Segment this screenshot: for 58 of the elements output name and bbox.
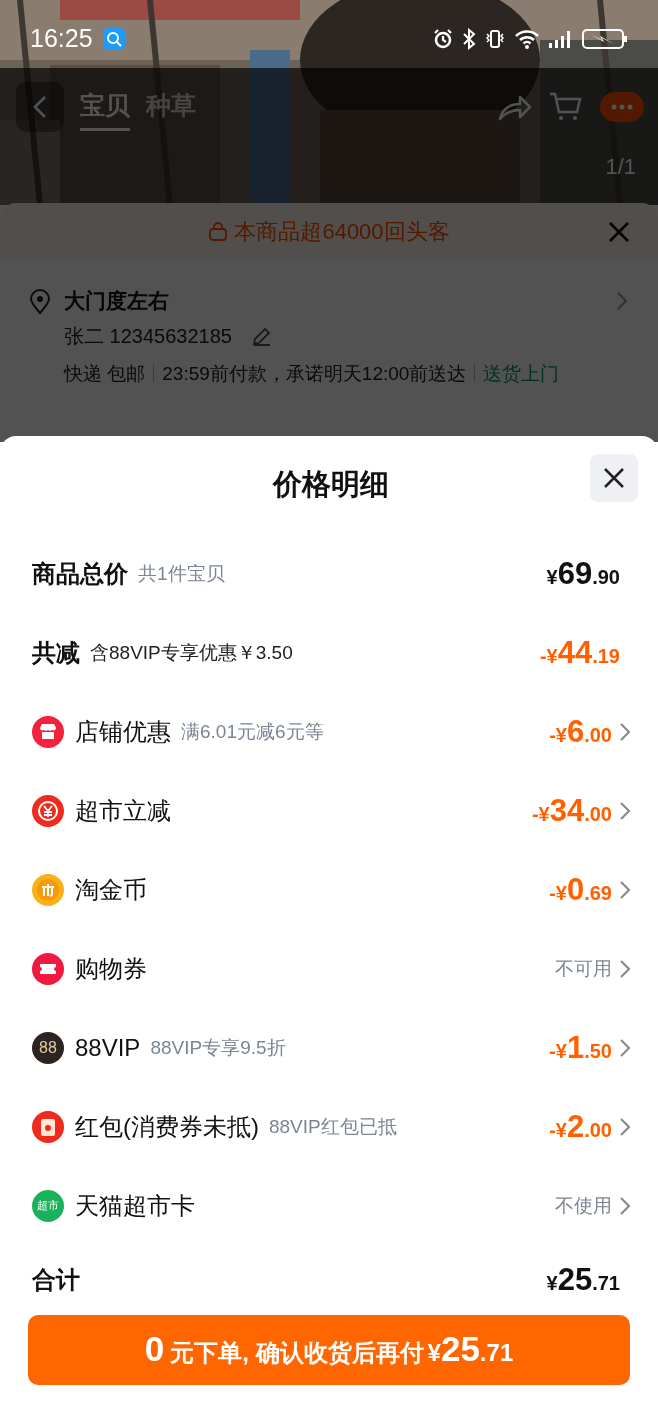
vibrate-icon <box>484 27 506 50</box>
close-icon <box>603 467 625 489</box>
order-button[interactable]: 0 元下单, 确认收货后再付 ¥25.71 <box>28 1315 630 1385</box>
ticket-icon <box>32 952 64 985</box>
row-note: 含88VIP专享优惠￥3.50 <box>90 640 293 665</box>
row-label: 商品总价 <box>32 558 128 589</box>
price-amount: -¥1.50 <box>549 1029 612 1066</box>
price-amount: -¥44.19 <box>539 634 620 671</box>
row-label: 红包(消费券未抵) <box>75 1111 259 1142</box>
row-label: 淘金币 <box>75 874 147 905</box>
bluetooth-icon <box>462 27 476 50</box>
chevron-right-icon[interactable] <box>620 959 630 978</box>
sheet-title: 价格明细 <box>273 467 389 502</box>
row-label: 店铺优惠 <box>75 716 171 747</box>
chevron-right-icon[interactable] <box>620 1038 630 1057</box>
close-icon[interactable] <box>608 221 630 243</box>
close-button[interactable] <box>590 454 638 502</box>
alarm-icon <box>432 27 454 50</box>
chevron-right-icon[interactable] <box>620 1196 630 1215</box>
price-amount: -¥34.00 <box>531 792 612 829</box>
chevron-right-icon[interactable] <box>620 801 630 820</box>
row-note: 88VIP专享9.5折 <box>150 1035 286 1060</box>
row-note: 满6.01元减6元等 <box>181 719 324 744</box>
row-label: 88VIP <box>75 1033 141 1062</box>
row-note: 共1件宝贝 <box>138 561 225 586</box>
price-amount: -¥2.00 <box>549 1108 612 1145</box>
vip-badge-icon: 88 <box>32 1031 64 1064</box>
envelope-icon <box>32 1110 64 1143</box>
chevron-right-icon[interactable] <box>620 722 630 741</box>
delivery-info: 快递 包邮 23:59前付款，承诺明天12:00前送达 送货上门 <box>64 362 561 386</box>
coin-icon <box>32 873 64 906</box>
chevron-right-icon[interactable] <box>620 880 630 899</box>
row-status: 不可用 <box>555 956 612 981</box>
row-label: 天猫超市卡 <box>75 1190 195 1221</box>
row-note: 88VIP红包已抵 <box>269 1114 397 1139</box>
row-label: 购物券 <box>75 953 147 984</box>
contact-info: 张二 12345632185 <box>64 324 232 349</box>
row-status: 不使用 <box>555 1193 612 1218</box>
status-time: 16:25 <box>30 24 93 53</box>
banner-text: 本商品超64000回头客 <box>234 218 450 246</box>
location-pin-icon <box>28 289 52 315</box>
price-amount: -¥0.69 <box>549 871 612 908</box>
address-title[interactable]: 大门度左右 <box>64 287 169 315</box>
price-amount: ¥69.90 <box>546 555 620 592</box>
bag-icon <box>208 222 229 242</box>
image-counter: 1/1 <box>605 154 636 180</box>
chevron-right-icon[interactable] <box>620 1117 630 1136</box>
cart-icon[interactable] <box>548 91 584 123</box>
price-amount: ¥25.71 <box>546 1262 620 1298</box>
battery-charging-icon <box>582 27 628 50</box>
row-label: 合计 <box>32 1265 80 1295</box>
supermarket-card-icon: 超市 <box>32 1189 64 1222</box>
row-label: 共减 <box>32 637 80 668</box>
yen-coin-icon <box>32 794 64 827</box>
shop-icon <box>32 715 64 748</box>
wifi-icon <box>514 27 540 50</box>
row-label: 超市立减 <box>75 795 171 826</box>
price-amount: -¥6.00 <box>549 713 612 750</box>
